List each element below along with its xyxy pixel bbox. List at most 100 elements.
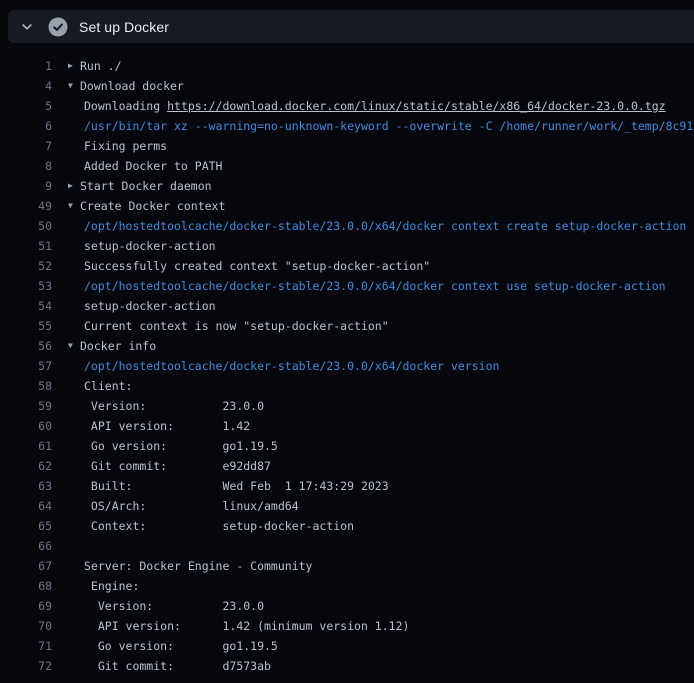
log-row: 7 Fixing perms <box>0 136 694 156</box>
group-collapsed-icon[interactable]: ▶ <box>68 176 80 196</box>
chevron-down-icon[interactable] <box>20 20 34 34</box>
log-line-text: API version: 1.42 (minimum version 1.12) <box>84 619 409 633</box>
log-row: 62 Git commit: e92dd87 <box>0 456 694 476</box>
log-line-text: Current context is now "setup-docker-act… <box>84 319 389 333</box>
line-number[interactable]: 70 <box>0 619 52 633</box>
log-line-text: Added Docker to PATH <box>84 159 222 173</box>
step-title: Set up Docker <box>79 19 169 35</box>
log-row[interactable]: 4 ▼Download docker <box>0 76 694 96</box>
line-number[interactable]: 6 <box>0 119 52 133</box>
line-number[interactable]: 57 <box>0 359 52 373</box>
log-command-text: /opt/hostedtoolcache/docker-stable/23.0.… <box>84 359 499 373</box>
log-row: 51 setup-docker-action <box>0 236 694 256</box>
line-number[interactable]: 54 <box>0 299 52 313</box>
line-number[interactable]: 71 <box>0 639 52 653</box>
log-line-text: Version: 23.0.0 <box>84 399 264 413</box>
log-line-text: Go version: go1.19.5 <box>84 439 278 453</box>
log-line-text: Engine: <box>84 579 139 593</box>
log-output: 1▶Run ./4▼Download docker5Downloading ht… <box>0 56 694 676</box>
check-circle-icon <box>48 17 68 37</box>
log-row[interactable]: 1 ▶Run ./ <box>0 56 694 76</box>
log-row: 50/opt/hostedtoolcache/docker-stable/23.… <box>0 216 694 236</box>
log-row[interactable]: 49 ▼Create Docker context <box>0 196 694 216</box>
log-line-prefix: Downloading <box>84 99 167 113</box>
line-number[interactable]: 56 <box>0 339 52 353</box>
log-row: 60 API version: 1.42 <box>0 416 694 436</box>
log-command-text: /opt/hostedtoolcache/docker-stable/23.0.… <box>84 219 686 233</box>
line-number[interactable]: 66 <box>0 539 52 553</box>
group-title[interactable]: Docker info <box>80 339 156 353</box>
log-line-text: API version: 1.42 <box>84 419 250 433</box>
log-command-text: /opt/hostedtoolcache/docker-stable/23.0.… <box>84 279 666 293</box>
group-title[interactable]: Create Docker context <box>80 199 225 213</box>
group-expanded-icon[interactable]: ▼ <box>68 76 80 96</box>
step-header[interactable]: Set up Docker <box>8 10 694 43</box>
log-row: 53/opt/hostedtoolcache/docker-stable/23.… <box>0 276 694 296</box>
log-row: 65 Context: setup-docker-action <box>0 516 694 536</box>
log-command-text: /usr/bin/tar xz --warning=no-unknown-key… <box>84 119 693 133</box>
line-number[interactable]: 64 <box>0 499 52 513</box>
line-number[interactable]: 59 <box>0 399 52 413</box>
log-row[interactable]: 56 ▼Docker info <box>0 336 694 356</box>
log-line-text: Git commit: e92dd87 <box>84 459 271 473</box>
log-row: 57/opt/hostedtoolcache/docker-stable/23.… <box>0 356 694 376</box>
line-number[interactable]: 5 <box>0 99 52 113</box>
actions-log-viewer: { "header": { "title": "Set up Docker", … <box>0 0 694 683</box>
line-number[interactable]: 4 <box>0 79 52 93</box>
log-row: 66 <box>0 536 694 556</box>
line-number[interactable]: 52 <box>0 259 52 273</box>
log-row: 52 Successfully created context "setup-do… <box>0 256 694 276</box>
log-row: 68 Engine: <box>0 576 694 596</box>
group-expanded-icon[interactable]: ▼ <box>68 336 80 356</box>
line-number[interactable]: 7 <box>0 139 52 153</box>
group-expanded-icon[interactable]: ▼ <box>68 196 80 216</box>
line-number[interactable]: 72 <box>0 659 52 673</box>
line-number[interactable]: 67 <box>0 559 52 573</box>
log-line-text: Successfully created context "setup-dock… <box>84 259 430 273</box>
line-number[interactable]: 69 <box>0 599 52 613</box>
log-line-text: Server: Docker Engine - Community <box>84 559 312 573</box>
line-number[interactable]: 60 <box>0 419 52 433</box>
log-line-text: OS/Arch: linux/amd64 <box>84 499 299 513</box>
line-number[interactable]: 62 <box>0 459 52 473</box>
group-title[interactable]: Download docker <box>80 79 184 93</box>
log-line-text: Built: Wed Feb 1 17:43:29 2023 <box>84 479 389 493</box>
line-number[interactable]: 51 <box>0 239 52 253</box>
line-number[interactable]: 68 <box>0 579 52 593</box>
log-line-text: Version: 23.0.0 <box>84 599 264 613</box>
line-number[interactable]: 49 <box>0 199 52 213</box>
log-line-text: setup-docker-action <box>84 239 216 253</box>
line-number[interactable]: 1 <box>0 59 52 73</box>
log-row: 6/usr/bin/tar xz --warning=no-unknown-ke… <box>0 116 694 136</box>
group-title[interactable]: Run ./ <box>80 59 122 73</box>
log-row: 54 setup-docker-action <box>0 296 694 316</box>
line-number[interactable]: 9 <box>0 179 52 193</box>
line-number[interactable]: 8 <box>0 159 52 173</box>
log-line-text: Fixing perms <box>84 139 167 153</box>
log-row: 5 Downloading https://download.docker.com… <box>0 96 694 116</box>
group-collapsed-icon[interactable]: ▶ <box>68 56 80 76</box>
log-line-text: Context: setup-docker-action <box>84 519 354 533</box>
line-number[interactable]: 61 <box>0 439 52 453</box>
log-row: 59 Version: 23.0.0 <box>0 396 694 416</box>
log-row: 67 Server: Docker Engine - Community <box>0 556 694 576</box>
log-row: 8 Added Docker to PATH <box>0 156 694 176</box>
log-line-text: setup-docker-action <box>84 299 216 313</box>
download-url-link[interactable]: https://download.docker.com/linux/static… <box>167 99 666 113</box>
line-number[interactable]: 65 <box>0 519 52 533</box>
log-row: 61 Go version: go1.19.5 <box>0 436 694 456</box>
line-number[interactable]: 58 <box>0 379 52 393</box>
log-row: 69 Version: 23.0.0 <box>0 596 694 616</box>
line-number[interactable]: 55 <box>0 319 52 333</box>
line-number[interactable]: 53 <box>0 279 52 293</box>
log-line-text: Go version: go1.19.5 <box>84 639 278 653</box>
group-title[interactable]: Start Docker daemon <box>80 179 212 193</box>
log-row: 63 Built: Wed Feb 1 17:43:29 2023 <box>0 476 694 496</box>
log-row: 72 Git commit: d7573ab <box>0 656 694 676</box>
log-line-text: Downloading https://download.docker.com/… <box>84 99 666 113</box>
log-row: 70 API version: 1.42 (minimum version 1.… <box>0 616 694 636</box>
log-row[interactable]: 9 ▶Start Docker daemon <box>0 176 694 196</box>
line-number[interactable]: 50 <box>0 219 52 233</box>
line-number[interactable]: 63 <box>0 479 52 493</box>
log-row: 58Client: <box>0 376 694 396</box>
